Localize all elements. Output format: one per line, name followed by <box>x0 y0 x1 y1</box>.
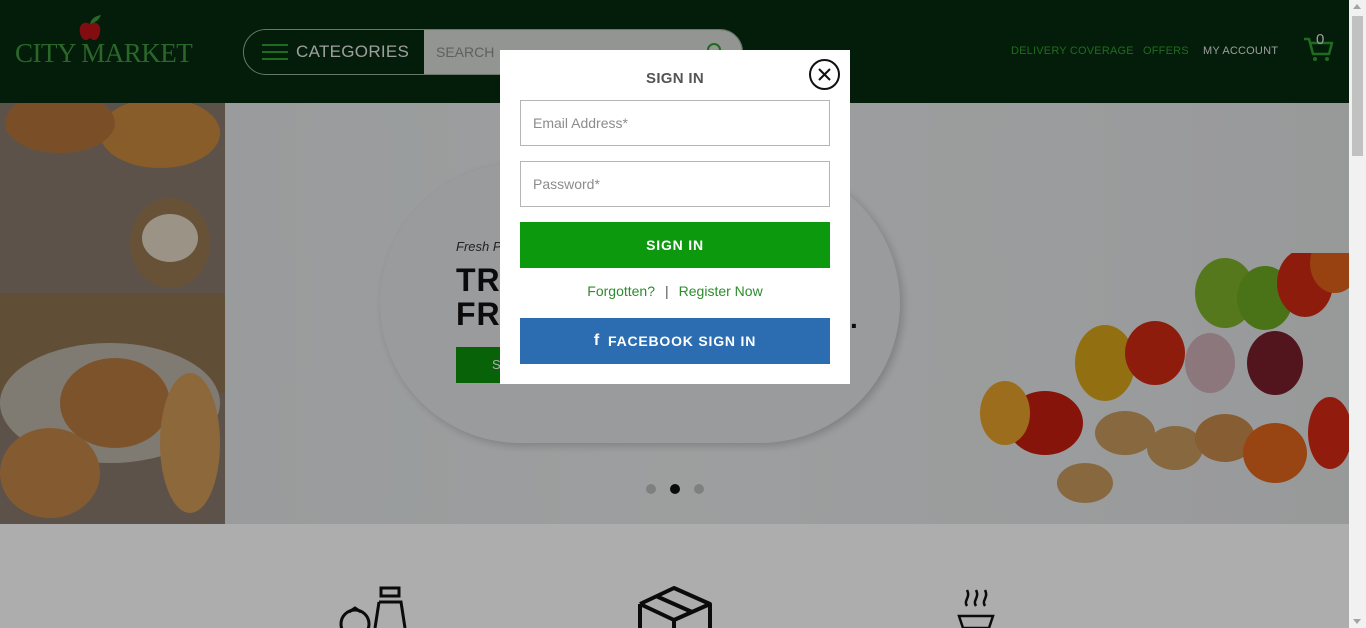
scroll-up-arrow-icon[interactable] <box>1353 4 1361 9</box>
link-separator: | <box>665 283 669 299</box>
page-scrollbar[interactable] <box>1349 0 1366 628</box>
forgotten-link[interactable]: Forgotten? <box>587 283 655 299</box>
scrollbar-thumb[interactable] <box>1352 16 1363 156</box>
close-icon <box>818 68 831 81</box>
account-links: Forgotten? | Register Now <box>500 283 850 299</box>
modal-title: SIGN IN <box>646 70 704 87</box>
sign-in-modal: SIGN IN SIGN IN Forgotten?|Register Now … <box>500 50 850 384</box>
email-field[interactable] <box>520 100 830 146</box>
register-now-link[interactable]: Register Now <box>679 283 763 299</box>
facebook-sign-in-button[interactable]: f FACEBOOK SIGN IN <box>520 318 830 364</box>
sign-in-button[interactable]: SIGN IN <box>520 222 830 268</box>
password-field[interactable] <box>520 161 830 207</box>
facebook-sign-in-label: FACEBOOK SIGN IN <box>607 333 757 349</box>
scroll-down-arrow-icon[interactable] <box>1353 619 1361 624</box>
close-button[interactable] <box>809 59 840 90</box>
facebook-icon: f <box>593 332 600 349</box>
